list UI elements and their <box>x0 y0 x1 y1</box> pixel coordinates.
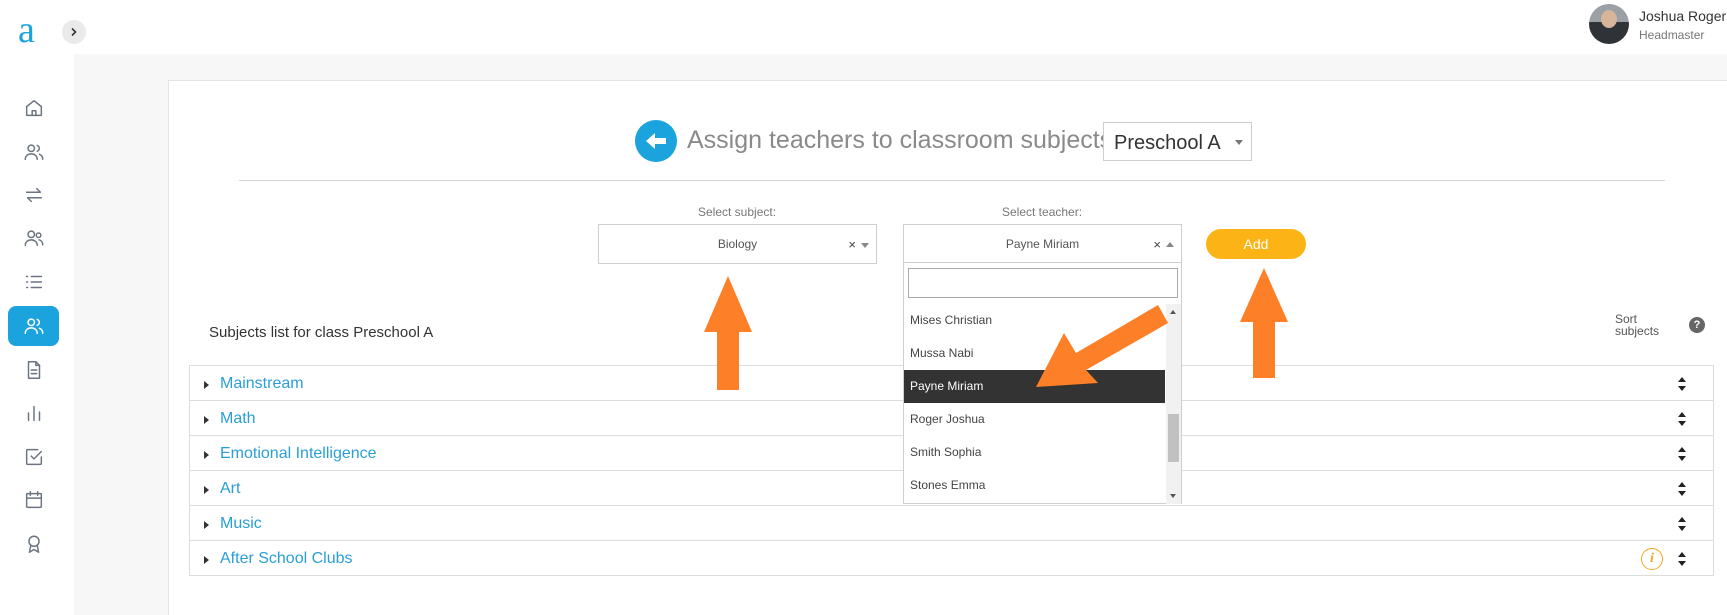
sidebar-item-awards[interactable] <box>8 524 59 564</box>
chevron-right-icon <box>71 27 77 37</box>
swap-icon <box>25 187 42 203</box>
sort-handle-icon[interactable] <box>1678 377 1686 391</box>
back-button[interactable] <box>635 120 677 162</box>
class-select-value: Preschool A <box>1114 132 1221 154</box>
subject-row[interactable]: Music <box>189 505 1714 541</box>
scroll-up-icon[interactable] <box>1170 310 1176 314</box>
home-icon <box>25 99 42 117</box>
scrollbar-thumb[interactable] <box>1168 414 1179 462</box>
clear-teacher-icon[interactable]: × <box>1153 237 1161 252</box>
sidebar-item-documents[interactable] <box>8 350 59 390</box>
title-divider <box>239 180 1665 181</box>
subject-label: Select subject: <box>698 205 777 219</box>
teacher-option-list: Mises Christian Mussa Nabi Payne Miriam … <box>904 304 1165 502</box>
sidebar-item-reports[interactable] <box>8 393 59 433</box>
expand-arrow-icon[interactable] <box>204 521 209 529</box>
info-icon[interactable]: i <box>1641 548 1663 570</box>
subject-row[interactable]: After School Clubs i <box>189 540 1714 576</box>
subject-select[interactable]: Biology × <box>598 224 877 264</box>
user-role: Headmaster <box>1639 28 1705 42</box>
teacher-select-value: Payne Miriam <box>1005 237 1080 251</box>
expand-arrow-icon[interactable] <box>204 556 209 564</box>
scroll-down-icon[interactable] <box>1170 494 1176 498</box>
clear-subject-icon[interactable]: × <box>848 237 856 252</box>
subject-name[interactable]: Art <box>220 480 240 498</box>
teacher-option[interactable]: Stones Emma <box>904 469 1165 502</box>
teacher-option[interactable]: Roger Joshua <box>904 403 1165 436</box>
app-logo[interactable]: a <box>18 10 35 50</box>
top-header: Joshua Roger Headmaster <box>74 0 1727 54</box>
sidebar-item-lists[interactable] <box>8 262 59 302</box>
teacher-option[interactable]: Smith Sophia <box>904 436 1165 469</box>
user-name[interactable]: Joshua Roger <box>1639 8 1726 24</box>
class-select[interactable]: Preschool A <box>1103 122 1252 161</box>
caret-down-icon[interactable] <box>861 243 869 248</box>
expand-arrow-icon[interactable] <box>204 416 209 424</box>
sidebar-item-calendar[interactable] <box>8 480 59 520</box>
sidebar-item-assign-teachers[interactable] <box>8 306 59 346</box>
sidebar-item-tasks[interactable] <box>8 437 59 477</box>
teacher-option-selected[interactable]: Payne Miriam <box>904 370 1165 403</box>
teacher-search-input[interactable] <box>908 268 1178 298</box>
sidebar: a <box>0 0 74 615</box>
group-icon <box>24 230 43 247</box>
users-icon <box>24 144 43 161</box>
user-avatar[interactable] <box>1589 4 1629 44</box>
sort-handle-icon[interactable] <box>1678 552 1686 566</box>
arrow-left-icon <box>646 133 666 149</box>
subject-name[interactable]: Math <box>220 410 256 428</box>
document-icon <box>27 361 40 379</box>
subject-name[interactable]: After School Clubs <box>220 550 353 568</box>
dropdown-scrollbar[interactable] <box>1166 304 1181 504</box>
award-icon <box>27 535 40 553</box>
sidebar-item-home[interactable] <box>8 88 59 128</box>
sidebar-item-users[interactable] <box>8 132 59 172</box>
teacher-option[interactable]: Mussa Nabi <box>904 337 1165 370</box>
page-title: Assign teachers to classroom subjects <box>687 126 1113 154</box>
expand-arrow-icon[interactable] <box>204 381 209 389</box>
sort-subjects-label: Sort subjects <box>1615 312 1660 338</box>
caret-down-icon <box>1235 140 1243 145</box>
expand-arrow-icon[interactable] <box>204 451 209 459</box>
sort-handle-icon[interactable] <box>1678 482 1686 496</box>
teacher-select[interactable]: Payne Miriam × <box>903 224 1182 264</box>
sidebar-toggle-button[interactable] <box>62 20 86 44</box>
checkbox-icon <box>25 448 42 466</box>
add-button[interactable]: Add <box>1206 229 1306 259</box>
subject-name[interactable]: Emotional Intelligence <box>220 445 377 463</box>
teacher-assign-icon <box>24 318 43 335</box>
calendar-icon <box>25 491 42 509</box>
sort-handle-icon[interactable] <box>1678 412 1686 426</box>
sort-handle-icon[interactable] <box>1678 447 1686 461</box>
bar-chart-icon <box>27 405 40 422</box>
sidebar-item-transfers[interactable] <box>8 175 59 215</box>
teacher-dropdown: Mises Christian Mussa Nabi Payne Miriam … <box>903 262 1182 504</box>
teacher-label: Select teacher: <box>1002 205 1083 219</box>
help-icon[interactable]: ? <box>1689 317 1705 333</box>
sidebar-item-groups[interactable] <box>8 218 59 258</box>
subject-select-value: Biology <box>717 237 758 251</box>
caret-up-icon[interactable] <box>1166 242 1174 247</box>
subject-name[interactable]: Music <box>220 515 262 533</box>
teacher-option[interactable]: Mises Christian <box>904 304 1165 337</box>
subjects-list-heading: Subjects list for class Preschool A <box>209 324 434 341</box>
sort-handle-icon[interactable] <box>1678 517 1686 531</box>
expand-arrow-icon[interactable] <box>204 486 209 494</box>
list-icon <box>25 275 42 289</box>
subject-name[interactable]: Mainstream <box>220 375 304 393</box>
